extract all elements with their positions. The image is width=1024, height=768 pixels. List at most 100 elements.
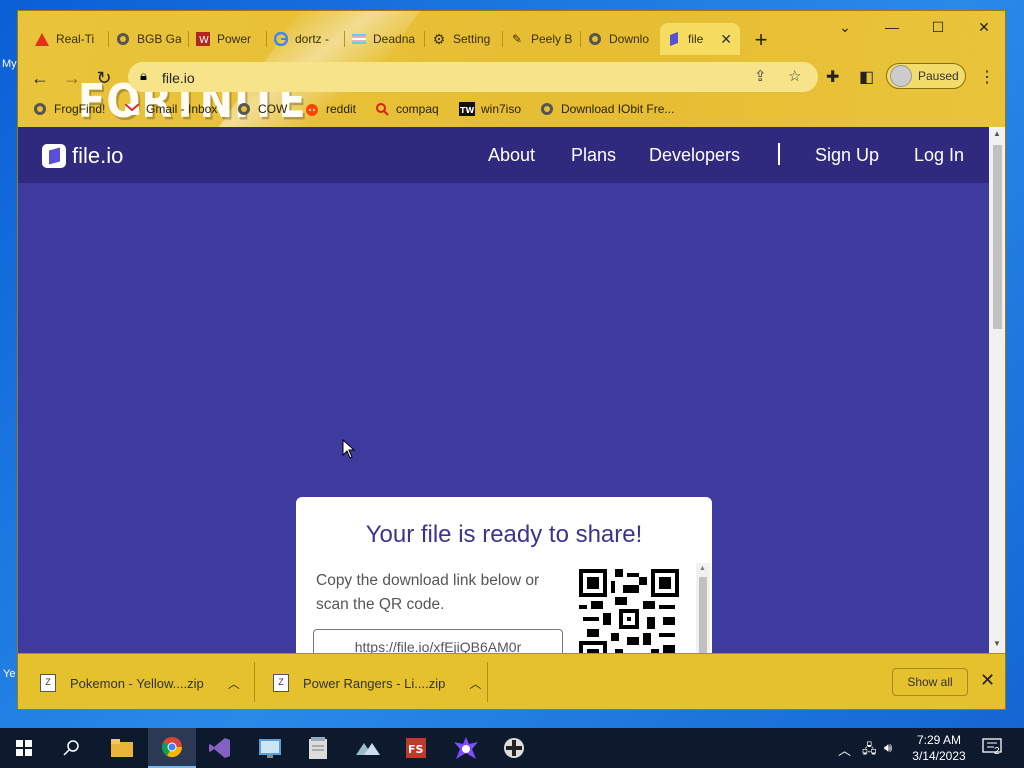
reddit-icon bbox=[304, 101, 320, 117]
tab-active[interactable]: file ✕ bbox=[660, 23, 740, 55]
forward-button[interactable]: → bbox=[60, 67, 84, 91]
bookmark-item[interactable]: TW win7iso bbox=[459, 99, 521, 119]
taskbar-app-game[interactable] bbox=[442, 728, 490, 768]
notification-button[interactable]: 2 bbox=[982, 738, 1004, 758]
site-logo[interactable]: file.io bbox=[42, 143, 123, 169]
menu-icon[interactable]: ⋮ bbox=[979, 67, 995, 87]
notepad-icon bbox=[309, 737, 327, 759]
bookmark-label: FrogFind! bbox=[54, 102, 106, 116]
scroll-down-arrow-icon[interactable]: ▼ bbox=[993, 639, 1001, 648]
bookmark-label: COW bbox=[258, 102, 288, 116]
taskbar-app-file-explorer[interactable] bbox=[98, 728, 146, 768]
nav-plans[interactable]: Plans bbox=[571, 145, 616, 166]
chevron-up-icon[interactable]: ︿ bbox=[228, 675, 240, 692]
volume-icon[interactable]: 🔊︎ bbox=[884, 740, 892, 756]
tab[interactable]: ✎ Peely B bbox=[503, 25, 579, 53]
taskbar-app-control-panel[interactable] bbox=[246, 728, 294, 768]
extensions-icon[interactable]: ✚ bbox=[826, 67, 839, 87]
taskbar-app-notepad[interactable] bbox=[294, 728, 342, 768]
bookmark-item[interactable]: FrogFind! bbox=[32, 99, 105, 119]
google-icon bbox=[273, 31, 289, 47]
page-scrollbar[interactable]: ▲ ▼ bbox=[989, 127, 1005, 653]
clock-date: 3/14/2023 bbox=[912, 749, 966, 763]
tab-label: Peely B bbox=[531, 32, 573, 46]
download-item[interactable]: Z Power Rangers - Li....zip ︿ bbox=[273, 672, 481, 694]
share-icon[interactable]: ⇪ bbox=[754, 67, 767, 85]
back-button[interactable]: ← bbox=[28, 67, 52, 91]
lock-icon[interactable]: 🔒︎ bbox=[140, 68, 147, 84]
bookmark-star-icon[interactable]: ☆ bbox=[788, 67, 801, 85]
search-button[interactable] bbox=[48, 728, 96, 768]
scroll-up-arrow-icon[interactable]: ▲ bbox=[699, 565, 706, 572]
tab[interactable]: dortz - bbox=[267, 25, 343, 53]
nav-sign-up[interactable]: Sign Up bbox=[815, 145, 879, 166]
fileio-logo-icon bbox=[42, 144, 66, 168]
tab[interactable]: Real-Ti bbox=[28, 25, 106, 53]
tab[interactable]: Downlo bbox=[581, 25, 657, 53]
download-item[interactable]: Z Pokemon - Yellow....zip ︿ bbox=[40, 672, 240, 694]
globe-icon bbox=[587, 31, 603, 47]
scroll-up-arrow-icon[interactable]: ▲ bbox=[993, 129, 1001, 138]
taskbar-app-chrome[interactable] bbox=[148, 728, 196, 768]
chrome-icon bbox=[161, 737, 183, 758]
avatar bbox=[890, 65, 912, 87]
taskbar: FS ︿ 🖧︎ 🔊︎ 7:29 AM 3/14/2023 2 bbox=[0, 728, 1024, 768]
taskbar-app-controller[interactable] bbox=[490, 728, 538, 768]
nav-about[interactable]: About bbox=[488, 145, 535, 166]
address-bar[interactable]: 🔒︎ ⇪ ☆ bbox=[128, 62, 818, 92]
bookmark-item[interactable]: Gmail - Inbox bbox=[124, 99, 217, 119]
taskbar-app-visual-studio[interactable] bbox=[196, 728, 244, 768]
windows-icon bbox=[16, 740, 32, 756]
bookmark-label: Gmail - Inbox bbox=[146, 102, 218, 116]
close-window-button[interactable]: ✕ bbox=[962, 19, 1005, 36]
desktop-icon-label[interactable]: My bbox=[2, 58, 17, 70]
side-panel-icon[interactable]: ◧ bbox=[859, 67, 874, 87]
tab[interactable]: Deadna bbox=[345, 25, 423, 53]
profile-button[interactable]: Paused bbox=[886, 63, 966, 89]
tw-icon: TW bbox=[459, 101, 475, 117]
tab[interactable]: W Power bbox=[189, 25, 265, 53]
tab-label: file bbox=[688, 32, 704, 46]
reload-button[interactable]: ↻ bbox=[92, 67, 116, 91]
show-all-button[interactable]: Show all bbox=[892, 668, 968, 696]
nav-developers[interactable]: Developers bbox=[649, 145, 740, 166]
bookmark-item[interactable]: COW bbox=[236, 99, 287, 119]
divider bbox=[487, 662, 488, 702]
bookmark-item[interactable]: Download IObit Fre... bbox=[539, 99, 674, 119]
scrollbar-thumb[interactable] bbox=[993, 145, 1002, 329]
chevron-up-icon[interactable]: ︿ bbox=[838, 740, 851, 759]
fileio-icon bbox=[666, 31, 682, 47]
profile-status: Paused bbox=[918, 69, 959, 83]
flag-icon bbox=[351, 31, 367, 47]
taskbar-clock[interactable]: 7:29 AM 3/14/2023 bbox=[904, 732, 974, 764]
card-description: Copy the download link below or scan the… bbox=[316, 572, 540, 613]
tab-search-icon[interactable]: ⌄ bbox=[823, 19, 867, 36]
scrollbar-thumb[interactable] bbox=[699, 577, 707, 653]
bookmark-item[interactable]: compaq bbox=[374, 99, 439, 119]
network-icon[interactable]: 🖧︎ bbox=[862, 740, 877, 762]
taskbar-app-ruler[interactable] bbox=[344, 728, 392, 768]
tab[interactable]: ⚙ Setting bbox=[425, 25, 501, 53]
card-scrollbar[interactable]: ▲ bbox=[696, 563, 710, 653]
search-icon bbox=[374, 101, 390, 117]
globe-icon bbox=[539, 101, 555, 117]
desktop-icon-label[interactable]: Ye bbox=[3, 668, 15, 680]
qr-code bbox=[579, 569, 679, 653]
minimize-button[interactable]: — bbox=[870, 19, 914, 35]
w-logo-icon: W bbox=[195, 31, 211, 47]
svg-text:W: W bbox=[199, 35, 209, 46]
new-tab-button[interactable]: + bbox=[748, 28, 774, 54]
close-tab-icon[interactable]: ✕ bbox=[720, 31, 732, 48]
maximize-button[interactable]: ☐ bbox=[916, 19, 960, 36]
url-input[interactable] bbox=[160, 67, 724, 89]
nav-log-in[interactable]: Log In bbox=[914, 145, 964, 166]
taskbar-app-fs[interactable]: FS bbox=[392, 728, 440, 768]
pencil-icon: ✎ bbox=[511, 32, 523, 46]
nav-divider bbox=[778, 143, 780, 165]
download-link-field[interactable] bbox=[313, 629, 563, 653]
close-icon[interactable]: ✕ bbox=[980, 670, 995, 691]
chevron-up-icon[interactable]: ︿ bbox=[469, 675, 481, 692]
bookmark-item[interactable]: reddit bbox=[304, 99, 356, 119]
start-button[interactable] bbox=[0, 728, 48, 768]
tab[interactable]: BGB Ga bbox=[109, 25, 187, 53]
